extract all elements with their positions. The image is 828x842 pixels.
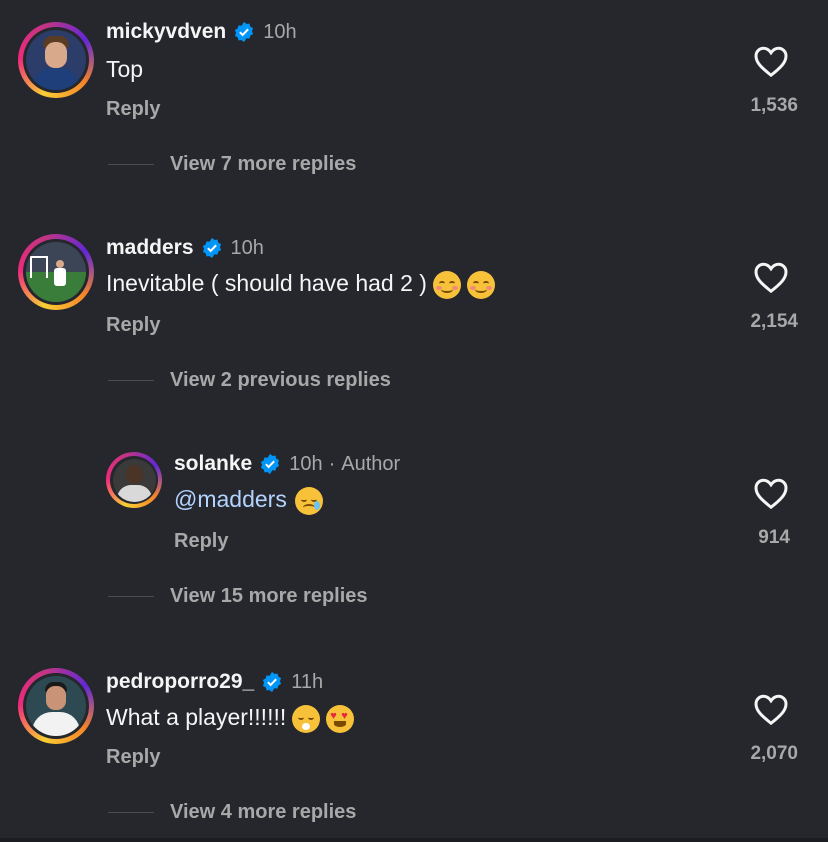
heart-icon[interactable] <box>753 44 789 78</box>
mention-link[interactable]: @madders <box>174 486 287 512</box>
timestamp: 11h <box>291 670 324 693</box>
view-more-replies[interactable]: View 15 more replies <box>108 585 368 608</box>
comment-text-row: Inevitable ( should have had 2 ) <box>106 270 495 299</box>
verified-badge-icon <box>263 671 282 693</box>
timestamp: 10h <box>289 452 323 475</box>
comment-madders: madders 10h Inevitable ( should have had… <box>0 216 828 416</box>
comment-pedroporro29: pedroporro29_ 11h What a player!!!!!! ♥ ♥ … <box>0 648 828 842</box>
view-more-text: View 7 more replies <box>170 153 357 175</box>
verified-badge-icon <box>261 453 280 475</box>
smiling-face-emoji <box>432 270 461 299</box>
avatar[interactable] <box>18 668 94 744</box>
divider <box>108 812 154 813</box>
heart-eyes-emoji: ♥ ♥ <box>326 704 355 733</box>
divider <box>108 164 154 165</box>
smiling-face-emoji <box>466 270 495 299</box>
verified-badge-icon <box>202 237 221 259</box>
timestamp: 10h <box>263 20 297 43</box>
divider <box>108 380 154 381</box>
username[interactable]: pedroporro29_ <box>106 670 254 694</box>
view-more-replies[interactable]: View 4 more replies <box>108 801 356 824</box>
comment-text: What a player!!!!!! <box>106 704 287 730</box>
comment-text: Top <box>106 56 144 82</box>
view-more-text: View 2 previous replies <box>170 369 391 391</box>
reply-button[interactable]: Reply <box>106 746 160 769</box>
comment-text-row: What a player!!!!!! ♥ ♥ <box>106 704 355 733</box>
username[interactable]: madders <box>106 236 194 260</box>
author-label: Author <box>341 452 401 475</box>
avatar[interactable] <box>18 234 94 310</box>
view-more-replies[interactable]: View 7 more replies <box>108 153 356 176</box>
crying-face-emoji <box>294 486 323 515</box>
username[interactable]: mickyvdven <box>106 20 226 44</box>
avatar[interactable] <box>106 452 162 508</box>
heart-icon[interactable] <box>753 692 789 726</box>
divider <box>108 596 154 597</box>
comment-text: Inevitable ( should have had 2 ) <box>106 270 427 296</box>
heart-icon[interactable] <box>753 260 789 294</box>
separator: · <box>328 452 336 475</box>
like-count: 914 <box>758 527 790 548</box>
comment-mickyvdven: mickyvdven 10h Top Reply 1,536 View 7 mo… <box>0 0 828 200</box>
timestamp: 10h <box>230 236 264 259</box>
comment-text-row: @madders <box>174 486 323 515</box>
view-previous-replies[interactable]: View 2 previous replies <box>108 369 391 392</box>
verified-badge-icon <box>235 21 254 43</box>
like-count: 2,070 <box>750 743 798 764</box>
view-more-text: View 15 more replies <box>170 585 368 607</box>
reply-button[interactable]: Reply <box>174 530 228 553</box>
face-exhaling-emoji <box>292 704 321 733</box>
like-count: 2,154 <box>750 311 798 332</box>
avatar[interactable] <box>18 22 94 98</box>
reply-button[interactable]: Reply <box>106 314 160 337</box>
like-count: 1,536 <box>750 95 798 116</box>
bottom-edge <box>0 838 828 842</box>
username[interactable]: solanke <box>174 452 252 476</box>
view-more-text: View 4 more replies <box>170 801 357 823</box>
reply-solanke: solanke 10h · Author @madders Reply 914 … <box>0 432 828 632</box>
reply-button[interactable]: Reply <box>106 98 160 121</box>
heart-icon[interactable] <box>753 476 789 510</box>
